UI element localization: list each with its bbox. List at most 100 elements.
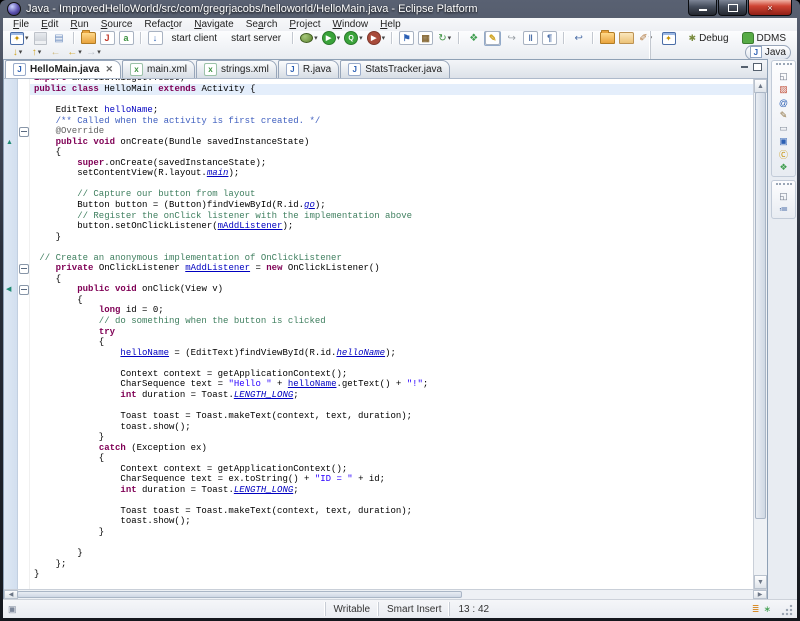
ddms-perspective-button[interactable]: DDMS	[737, 31, 791, 46]
marker-ruler[interactable]: ▲ ◀	[4, 79, 18, 589]
mark-occurrences-toggle[interactable]: ✎	[484, 30, 502, 46]
menu-search[interactable]: Search	[240, 19, 284, 30]
close-tab-icon[interactable]: ✕	[105, 64, 113, 75]
code-line[interactable]: }	[30, 527, 753, 538]
vertical-scrollbar[interactable]: ▲ ▼	[753, 79, 767, 589]
back-button[interactable]: ← ▾	[66, 45, 83, 60]
debug-button[interactable]: ▾	[299, 31, 319, 46]
code-line[interactable]	[30, 538, 753, 549]
open-perspective-button[interactable]: ✦	[657, 31, 681, 46]
titlebar[interactable]: Java - ImprovedHelloWorld/src/com/gregrj…	[0, 0, 800, 18]
maximize-editor-button[interactable]	[753, 63, 762, 71]
console-view-icon[interactable]: ▣	[776, 136, 792, 147]
code-line[interactable]: public void onClick(View v)	[30, 284, 753, 295]
code-line[interactable]: }	[30, 232, 753, 243]
block-selection-toggle[interactable]: ‖	[522, 31, 539, 46]
code-line[interactable]	[30, 179, 753, 190]
code-line[interactable]: EditText helloName;	[30, 105, 753, 116]
open-file-button[interactable]	[618, 31, 635, 46]
menu-navigate[interactable]: Navigate	[188, 19, 239, 30]
dropdown-arrow-icon[interactable]: ▾	[25, 34, 29, 42]
java-perspective-button[interactable]: J Java	[744, 44, 791, 60]
coverage-button[interactable]: ▶ ▾	[366, 31, 387, 46]
minimize-editor-button[interactable]	[741, 63, 748, 71]
code-line[interactable]: // Register the onClick listener with th…	[30, 211, 753, 222]
code-line[interactable]: setContentView(R.layout.main);	[30, 168, 753, 179]
code-line[interactable]: {	[30, 337, 753, 348]
start-client-button[interactable]: start client	[166, 31, 224, 46]
new-android-project-button[interactable]: a	[118, 31, 135, 46]
code-line[interactable]: CharSequence text = "Hello " + helloName…	[30, 379, 753, 390]
folding-ruler[interactable]	[18, 79, 30, 589]
profile-button[interactable]: Q ▾	[343, 31, 364, 46]
menu-project[interactable]: Project	[283, 19, 326, 30]
minimize-button[interactable]	[688, 0, 717, 16]
dropdown-arrow-icon[interactable]: ▾	[97, 48, 101, 56]
code-line[interactable]: }	[30, 548, 753, 559]
code-line[interactable]: };	[30, 559, 753, 570]
tab-hellomain-java[interactable]: J HelloMain.java ✕	[5, 60, 122, 78]
back-disabled-button[interactable]: ←	[47, 45, 64, 60]
dropdown-arrow-icon[interactable]: ▾	[314, 34, 318, 42]
dropdown-arrow-icon[interactable]: ▾	[19, 48, 23, 56]
package-explorer-view-icon[interactable]: ▨	[776, 84, 792, 95]
scroll-down-icon[interactable]: ▼	[754, 575, 767, 589]
refresh-button[interactable]: ↻ ▾	[436, 31, 453, 46]
debug-perspective-button[interactable]: ✱ Debug	[684, 31, 734, 46]
code-line[interactable]: {	[30, 274, 753, 285]
code-area[interactable]: import android.widget.Toast; public clas…	[30, 79, 753, 589]
horizontal-scrollbar[interactable]: ◀ ▶	[4, 589, 767, 599]
drag-handle[interactable]	[775, 63, 792, 68]
tab-main-xml[interactable]: x main.xml	[122, 60, 196, 78]
drag-handle[interactable]	[775, 183, 792, 188]
menu-refactor[interactable]: Refactor	[138, 19, 188, 30]
dropdown-arrow-icon[interactable]: ▾	[448, 34, 452, 42]
import-button[interactable]	[80, 30, 97, 46]
collapse-marker-icon[interactable]	[19, 264, 29, 275]
code-line[interactable]: try	[30, 327, 753, 338]
code-line[interactable]: @Override	[30, 126, 753, 137]
scroll-up-icon[interactable]: ▲	[754, 79, 767, 93]
menu-run[interactable]: Run	[64, 19, 94, 30]
code-line[interactable]: {	[30, 295, 753, 306]
show-whitespace-toggle[interactable]: ¶	[541, 31, 558, 46]
prev-annotation-button[interactable]: ↑ ▾	[28, 45, 45, 60]
vertical-scroll-thumb[interactable]	[755, 92, 766, 519]
ant-button[interactable]: ▦	[417, 31, 434, 46]
code-line[interactable]	[30, 400, 753, 411]
code-line[interactable]: {	[30, 453, 753, 464]
code-line[interactable]	[30, 495, 753, 506]
outline-view-icon[interactable]: ≔	[776, 204, 792, 215]
code-line[interactable]: toast.show();	[30, 516, 753, 527]
code-line[interactable]: // Capture our button from layout	[30, 189, 753, 200]
tab-statstracker-java[interactable]: J StatsTracker.java	[340, 60, 451, 78]
print-button[interactable]: ▤	[51, 31, 68, 46]
code-line[interactable]: helloName = (EditText)findViewById(R.id.…	[30, 348, 753, 359]
properties-view-icon[interactable]: ▭	[776, 123, 792, 134]
restore-views-button[interactable]: ◱	[776, 71, 792, 82]
last-edit-location-button[interactable]: ↩	[570, 31, 587, 46]
code-line[interactable]: Toast toast = Toast.makeText(context, te…	[30, 506, 753, 517]
code-line[interactable]: /** Called when the activity is first cr…	[30, 116, 753, 127]
code-line[interactable]: }	[30, 569, 753, 580]
code-line[interactable]: catch (Exception ex)	[30, 443, 753, 454]
code-line[interactable]: }	[30, 432, 753, 443]
close-button[interactable]: ×	[748, 0, 792, 16]
code-line[interactable]: super.onCreate(savedInstanceState);	[30, 158, 753, 169]
sdk-manager-button[interactable]: ↓	[147, 31, 164, 46]
next-annotation-button[interactable]: ↓ ▾	[9, 45, 26, 60]
code-line[interactable]: public void onCreate(Bundle savedInstanc…	[30, 137, 753, 148]
code-line[interactable]	[30, 95, 753, 106]
scroll-left-icon[interactable]: ◀	[4, 590, 18, 599]
code-line[interactable]: Context context = getApplicationContext(…	[30, 369, 753, 380]
javadoc-view-icon[interactable]: @	[776, 97, 792, 108]
collapse-marker-icon[interactable]	[19, 285, 29, 296]
menu-help[interactable]: Help	[374, 19, 407, 30]
code-editor[interactable]: ▲◀ import android.widget.Toast; public c…	[4, 79, 767, 589]
start-server-button[interactable]: start server	[225, 31, 287, 46]
forward-button[interactable]: → ▾	[85, 45, 102, 60]
code-line[interactable]: {	[30, 147, 753, 158]
menu-source[interactable]: Source	[95, 19, 139, 30]
menu-file[interactable]: File	[7, 19, 35, 30]
run-button[interactable]: ▶ ▾	[321, 31, 342, 46]
